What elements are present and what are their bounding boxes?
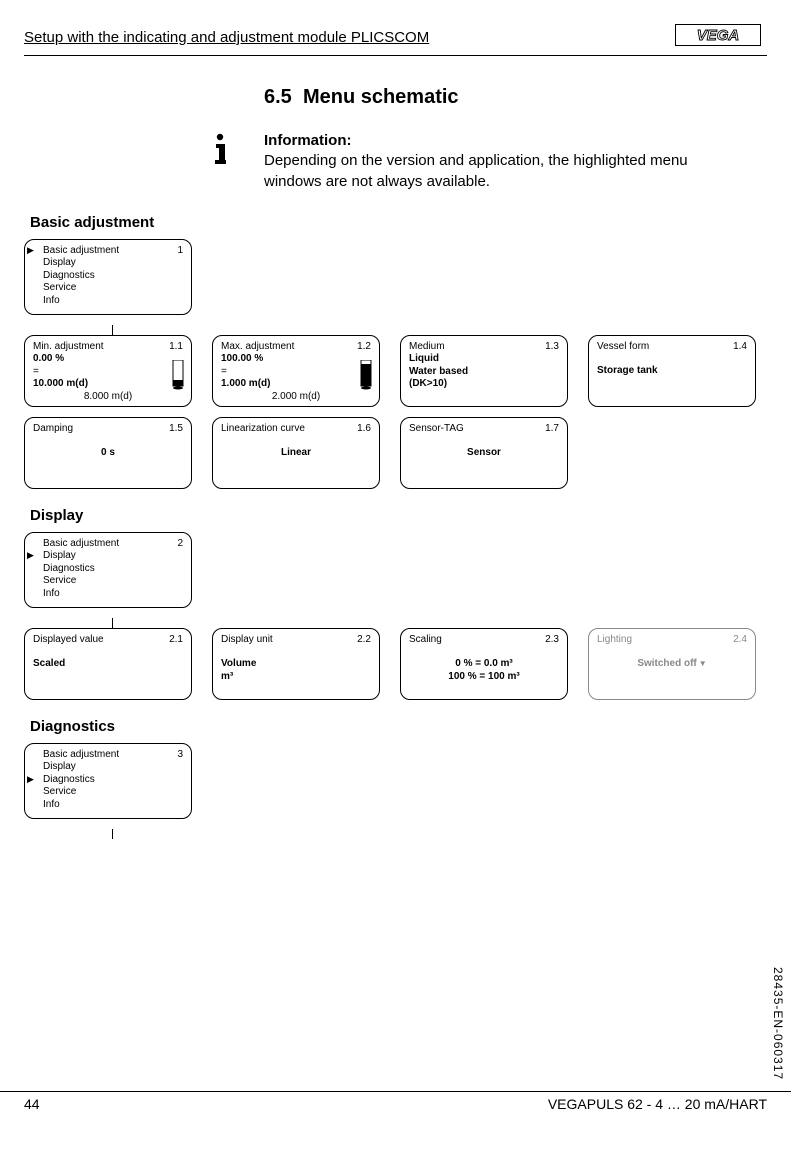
menu-root-diagnostics: 3 Basic adjustment Display ▶Diagnostics … xyxy=(24,743,192,819)
menu-root-basic: 1 ▶Basic adjustment Display Diagnostics … xyxy=(24,239,192,315)
info-label: Information: xyxy=(264,131,744,151)
menu-2-3: 2.3 Scaling 0 % = 0.0 m³ 100 % = 100 m³ xyxy=(400,628,568,700)
menu-1-4: 1.4 Vessel form Storage tank xyxy=(588,335,756,407)
menu-1-6: 1.6 Linearization curve Linear xyxy=(212,417,380,489)
level-icon xyxy=(171,360,185,390)
level-icon xyxy=(359,360,373,390)
menu-1-2: 1.2 Max. adjustment 100.00 % = 1.000 m(d… xyxy=(212,335,380,407)
side-doc-code: 28435-EN-060317 xyxy=(771,967,785,1080)
menu-root-display: 2 Basic adjustment ▶Display Diagnostics … xyxy=(24,532,192,608)
menu-1-3: 1.3 Medium Liquid Water based (DK>10) xyxy=(400,335,568,407)
info-block: Information: Depending on the version an… xyxy=(206,131,767,192)
menu-1-5: 1.5 Damping 0 s xyxy=(24,417,192,489)
info-text: Depending on the version and application… xyxy=(264,152,688,189)
logo-text: VEGA xyxy=(697,27,740,44)
section-heading: 6.5 Menu schematic xyxy=(264,86,767,109)
footer-doc: VEGAPULS 62 - 4 … 20 mA/HART xyxy=(548,1096,767,1112)
group-heading-diagnostics: Diagnostics xyxy=(30,718,767,735)
brand-logo: VEGA xyxy=(675,24,761,51)
menu-1-7: 1.7 Sensor-TAG Sensor xyxy=(400,417,568,489)
group-heading-basic: Basic adjustment xyxy=(30,214,767,231)
page-number: 44 xyxy=(24,1096,40,1112)
header-title: Setup with the indicating and adjustment… xyxy=(24,29,429,46)
menu-1-1: 1.1 Min. adjustment 0.00 % = 10.000 m(d)… xyxy=(24,335,192,407)
menu-2-4: 2.4 Lighting Switched off xyxy=(588,628,756,700)
info-icon xyxy=(206,131,234,192)
menu-2-2: 2.2 Display unit Volume m³ xyxy=(212,628,380,700)
group-heading-display: Display xyxy=(30,507,767,524)
menu-2-1: 2.1 Displayed value Scaled xyxy=(24,628,192,700)
